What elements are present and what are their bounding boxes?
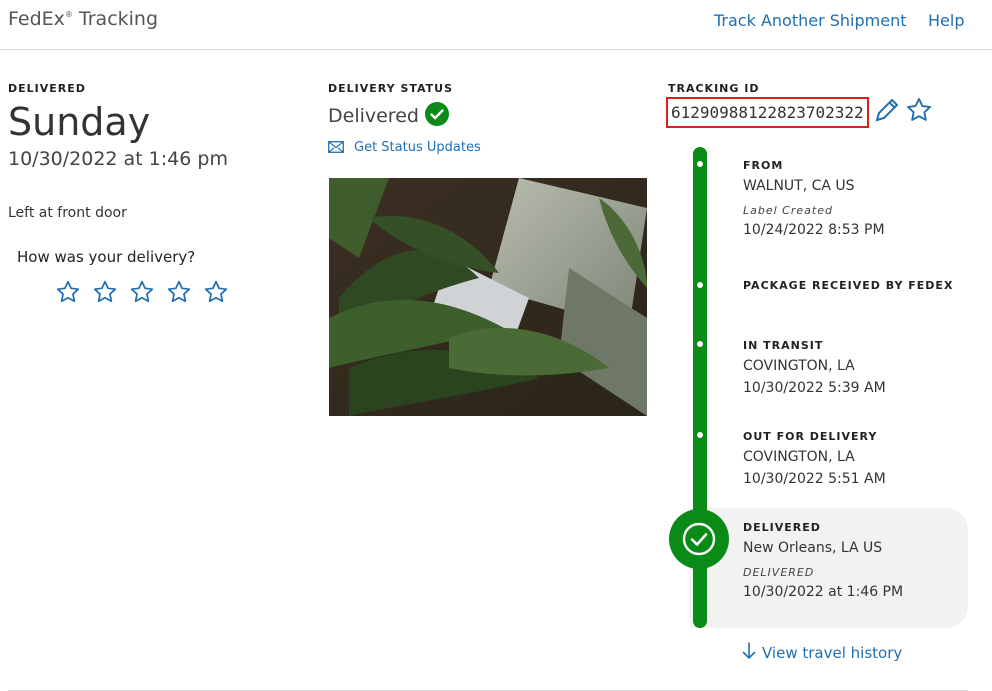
rating-star-icon[interactable] bbox=[55, 279, 81, 309]
tracking-id-label: TRACKING ID bbox=[668, 82, 760, 95]
get-status-updates-link[interactable]: Get Status Updates bbox=[354, 140, 481, 155]
envelope-icon bbox=[328, 138, 344, 157]
rating-prompt: How was your delivery? bbox=[17, 248, 196, 266]
timeline-dot bbox=[697, 161, 703, 167]
arrow-down-icon bbox=[742, 642, 756, 664]
delivery-status-label: DELIVERY STATUS bbox=[328, 82, 454, 95]
timeline-dot bbox=[697, 432, 703, 438]
rating-star-icon[interactable] bbox=[129, 279, 155, 309]
event-location: COVINGTON, LA bbox=[743, 358, 855, 374]
event-datetime: 10/30/2022 5:51 AM bbox=[743, 471, 886, 487]
event-title: FROM bbox=[743, 159, 784, 172]
star-icon[interactable] bbox=[905, 96, 933, 128]
delivery-day: Sunday bbox=[8, 100, 151, 144]
event-package-received: PACKAGE RECEIVED BY FEDEX bbox=[743, 279, 953, 292]
delivered-label: DELIVERED bbox=[8, 82, 86, 95]
proof-of-delivery-photo bbox=[329, 178, 647, 416]
event-title: DELIVERED bbox=[743, 521, 821, 534]
event-location: COVINGTON, LA bbox=[743, 449, 855, 465]
view-travel-history[interactable]: View travel history bbox=[742, 642, 902, 664]
event-location: WALNUT, CA US bbox=[743, 178, 855, 194]
get-status-updates[interactable]: Get Status Updates bbox=[328, 138, 481, 157]
tracking-id-row: 61290988122823702322 bbox=[666, 96, 933, 128]
event-datetime: 10/30/2022 at 1:46 PM bbox=[743, 584, 904, 600]
brand-title: FedEx® Tracking bbox=[8, 8, 158, 30]
event-title: IN TRANSIT bbox=[743, 339, 824, 352]
event-title: PACKAGE RECEIVED BY FEDEX bbox=[743, 279, 954, 292]
rating-stars bbox=[55, 279, 229, 309]
event-delivered: DELIVERED New Orleans, LA US DELIVERED 1… bbox=[743, 521, 903, 600]
event-subtitle: DELIVERED bbox=[743, 566, 815, 579]
event-datetime: 10/24/2022 8:53 PM bbox=[743, 222, 885, 238]
timeline-dot bbox=[697, 282, 703, 288]
event-in-transit: IN TRANSIT COVINGTON, LA 10/30/2022 5:39… bbox=[743, 339, 886, 396]
event-datetime: 10/30/2022 5:39 AM bbox=[743, 380, 886, 396]
tracking-id-value: 61290988122823702322 bbox=[666, 96, 869, 128]
delivered-check-circle-icon bbox=[669, 509, 729, 569]
brand-suffix: Tracking bbox=[72, 8, 159, 30]
event-from: FROM WALNUT, CA US Label Created 10/24/2… bbox=[743, 159, 885, 238]
timeline-dot bbox=[697, 341, 703, 347]
help-link[interactable]: Help bbox=[928, 11, 964, 30]
event-title: OUT FOR DELIVERY bbox=[743, 430, 878, 443]
brand-registered-mark: ® bbox=[64, 10, 73, 19]
pencil-icon[interactable] bbox=[873, 96, 901, 128]
track-another-shipment-link[interactable]: Track Another Shipment bbox=[714, 11, 907, 30]
brand-name: FedEx bbox=[8, 8, 65, 30]
delivery-status-text: Delivered bbox=[328, 105, 419, 127]
rating-star-icon[interactable] bbox=[166, 279, 192, 309]
check-circle-icon bbox=[424, 102, 449, 130]
top-bar: FedEx® Tracking Track Another Shipment H… bbox=[0, 0, 992, 50]
event-subtitle: Label Created bbox=[743, 204, 833, 217]
delivery-note: Left at front door bbox=[8, 205, 127, 221]
view-travel-history-link[interactable]: View travel history bbox=[762, 644, 902, 662]
delivery-datetime: 10/30/2022 at 1:46 pm bbox=[8, 148, 228, 170]
event-location: New Orleans, LA US bbox=[743, 540, 883, 556]
event-out-for-delivery: OUT FOR DELIVERY COVINGTON, LA 10/30/202… bbox=[743, 430, 886, 487]
delivery-status: Delivered bbox=[328, 102, 449, 130]
rating-star-icon[interactable] bbox=[203, 279, 229, 309]
rating-star-icon[interactable] bbox=[92, 279, 118, 309]
